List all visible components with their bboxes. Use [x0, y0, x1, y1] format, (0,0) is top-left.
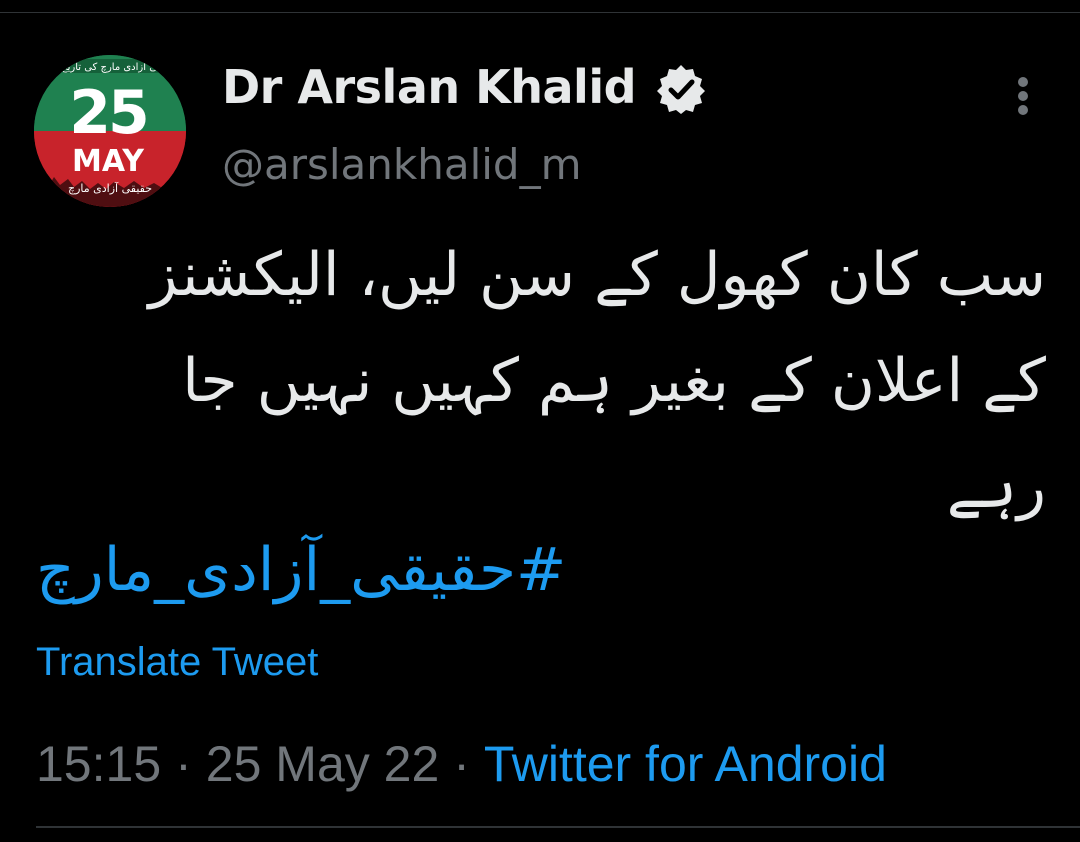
- avatar-banner-text: حقیقی آزادی مارچ کی تاریخ: [61, 60, 177, 73]
- avatar-date-month: MAY: [72, 144, 145, 179]
- more-vertical-icon[interactable]: [1008, 75, 1038, 115]
- user-handle[interactable]: @arslankhalid_m: [222, 140, 582, 189]
- tweet-container: حقیقی آزادی مارچ کی تاریخ 25 MAY حقیقی آ…: [0, 0, 1080, 842]
- avatar-graphic: حقیقی آزادی مارچ کی تاریخ 25 MAY حقیقی آ…: [34, 55, 186, 207]
- tweet-source-link[interactable]: Twitter for Android: [484, 735, 887, 793]
- avatar[interactable]: حقیقی آزادی مارچ کی تاریخ 25 MAY حقیقی آ…: [34, 55, 186, 207]
- avatar-footer-text: حقیقی آزادی مارچ: [68, 181, 152, 195]
- translate-tweet-link[interactable]: Translate Tweet: [36, 640, 318, 685]
- tweet-time[interactable]: 15:15: [36, 735, 161, 793]
- avatar-date-number: 25: [69, 78, 147, 148]
- hashtag-link[interactable]: #حقیقی_آزادی_مارچ: [36, 525, 656, 615]
- tweet-text-line: کے اعلان کے بغیر ہم کہیں نہیں جا: [182, 346, 1046, 416]
- verified-badge-icon: [657, 65, 705, 114]
- tweet-meta: 15:15 · 25 May 22 · Twitter for Android: [36, 735, 887, 793]
- bottom-divider: [36, 826, 1080, 828]
- tweet-date[interactable]: 25 May 22: [206, 735, 439, 793]
- display-name[interactable]: Dr Arslan Khalid: [222, 60, 637, 114]
- top-divider: [0, 12, 1080, 13]
- meta-separator: ·: [453, 736, 470, 792]
- meta-separator: ·: [175, 736, 192, 792]
- tweet-text: سب کان کھول کے سن لیں، الیکشنز کے اعلان …: [36, 222, 1046, 540]
- tweet-text-line: سب کان کھول کے سن لیں، الیکشنز: [148, 240, 1046, 310]
